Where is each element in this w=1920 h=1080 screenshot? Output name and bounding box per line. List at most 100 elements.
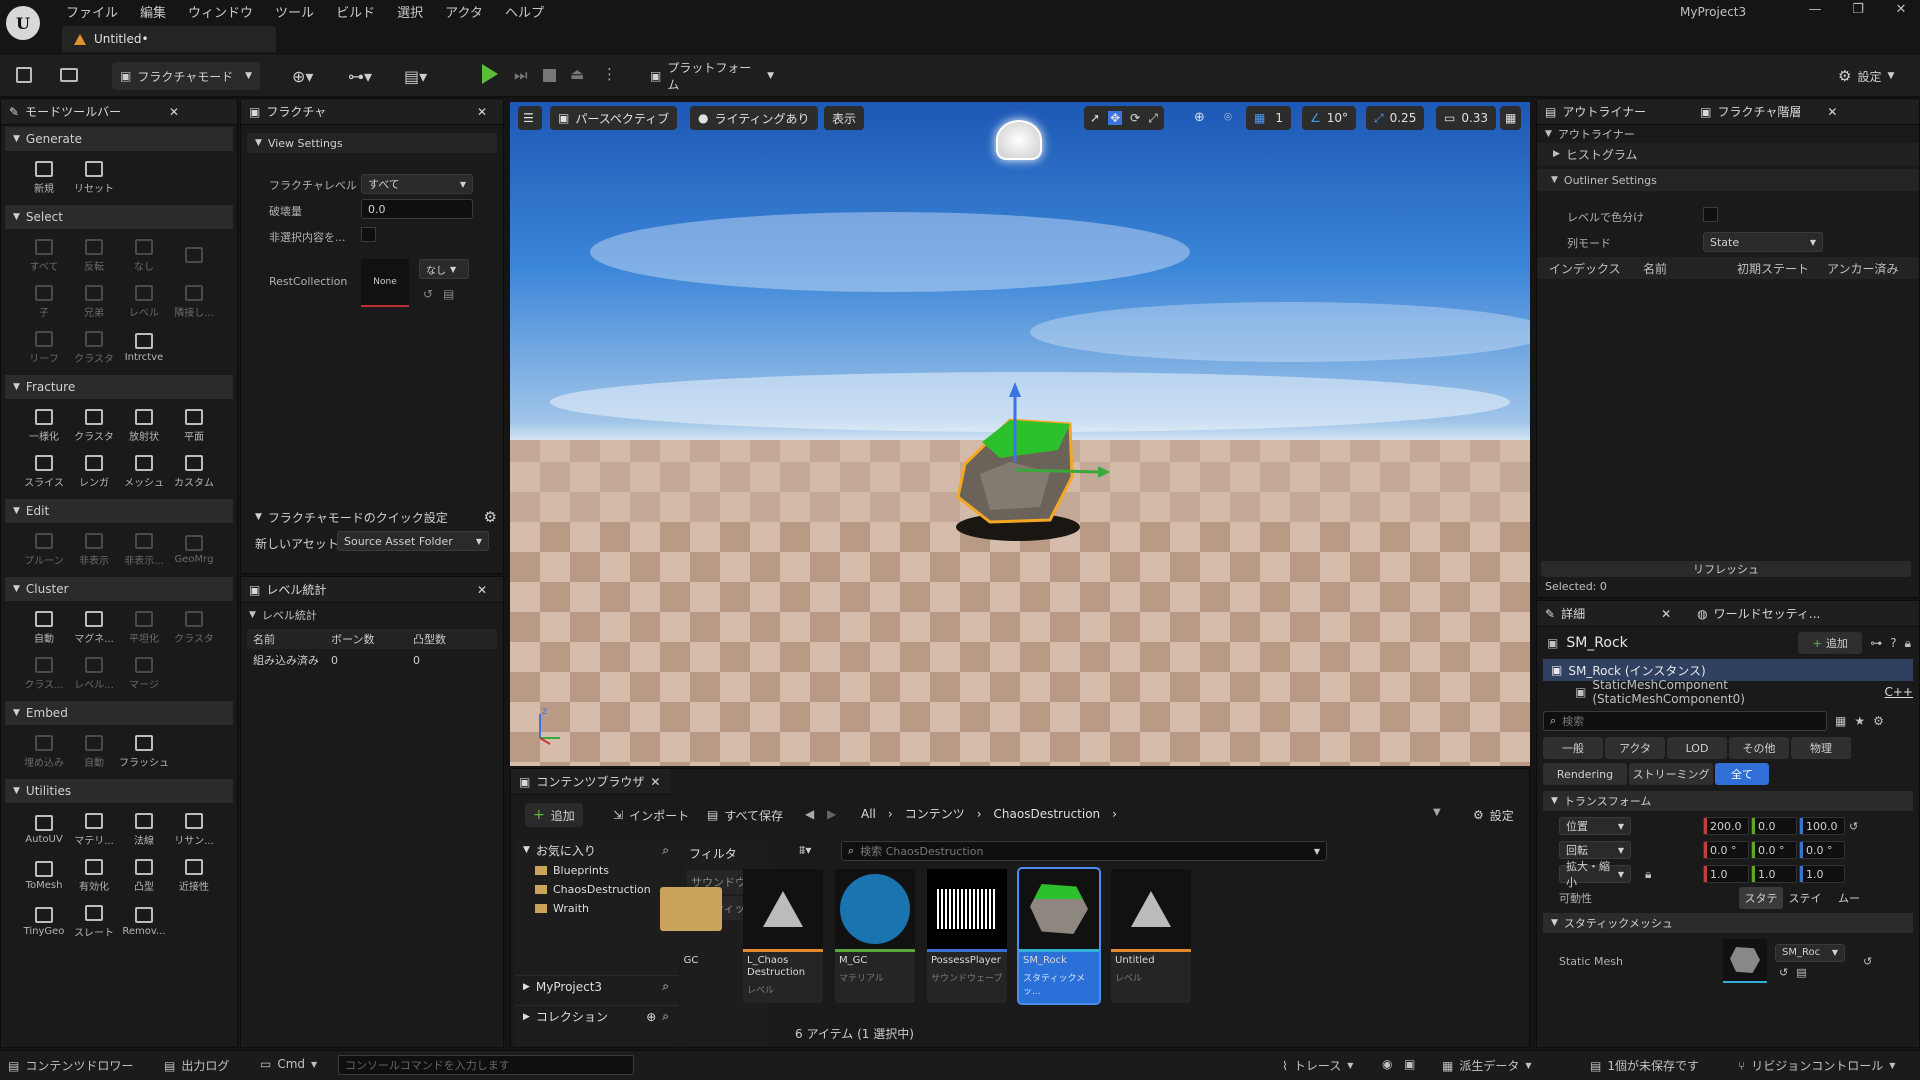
surface-snap-icon[interactable]: ⌾: [1224, 110, 1232, 125]
location-z[interactable]: 100.0: [1799, 817, 1845, 835]
location-dropdown[interactable]: 位置 ▼: [1559, 817, 1631, 835]
section-header-edit[interactable]: ▼ Edit: [5, 499, 233, 523]
static-mesh-thumbnail[interactable]: [1723, 939, 1767, 983]
use-selected-icon[interactable]: ↺: [1779, 966, 1788, 979]
save-icon[interactable]: [16, 67, 32, 83]
play-options-icon[interactable]: ⋮: [602, 65, 617, 83]
tool-button[interactable]: [169, 235, 219, 277]
content-settings-button[interactable]: ⚙ 設定: [1465, 803, 1522, 827]
minimize-icon[interactable]: —: [1802, 2, 1828, 22]
scale-x[interactable]: 1.0: [1703, 865, 1749, 883]
fracture-level-dropdown[interactable]: すべて ▼: [361, 174, 473, 194]
console-input[interactable]: コンソールコマンドを入力します: [338, 1055, 634, 1075]
cpp-link[interactable]: C++: [1885, 685, 1914, 699]
tool-button[interactable]: 放射状: [119, 405, 169, 447]
scale-snap-button[interactable]: ⤢ 0.25: [1366, 106, 1425, 130]
tool-button[interactable]: TinyGeo: [19, 901, 69, 943]
tool-button[interactable]: スレート: [69, 901, 119, 943]
revision-control-button[interactable]: ⑂ リビジョンコントロール ▼: [1738, 1057, 1895, 1074]
section-header-fracture[interactable]: ▼ Fracture: [5, 375, 233, 399]
rotation-y[interactable]: 0.0 °: [1751, 841, 1797, 859]
rest-collection-thumbnail[interactable]: None: [361, 259, 409, 307]
tool-button[interactable]: GeoMrg: [169, 529, 219, 571]
rotation-dropdown[interactable]: 回転 ▼: [1559, 841, 1631, 859]
tool-button[interactable]: 非表示: [69, 529, 119, 571]
add-button[interactable]: + 追加: [525, 803, 583, 827]
col-convex[interactable]: 凸型数: [413, 631, 446, 647]
scale-z[interactable]: 1.0: [1799, 865, 1845, 883]
save-all-button[interactable]: ▤ すべて保存: [699, 803, 791, 827]
browse-icon[interactable]: [60, 68, 78, 82]
star-icon[interactable]: ★: [1854, 714, 1865, 728]
details-search-input[interactable]: ⌕ 検索: [1543, 711, 1827, 731]
filter-lod[interactable]: LOD: [1667, 737, 1727, 759]
section-header-select[interactable]: ▼ Select: [5, 205, 233, 229]
tool-button[interactable]: すべて: [19, 235, 69, 277]
location-x[interactable]: 200.0: [1703, 817, 1749, 835]
level-stats-tab[interactable]: ▣ レベル統計 ✕: [241, 577, 503, 603]
column-mode-dropdown[interactable]: State ▼: [1703, 232, 1823, 252]
close-window-icon[interactable]: ✕: [1888, 2, 1914, 22]
tool-button[interactable]: 平面: [169, 405, 219, 447]
destroy-amount-input[interactable]: 0.0: [361, 199, 473, 219]
filter-physics[interactable]: 物理: [1791, 737, 1851, 759]
histogram-header[interactable]: ▶ ヒストグラム: [1537, 143, 1919, 165]
menu-build[interactable]: ビルド: [325, 0, 386, 24]
tool-button[interactable]: クラスタ: [69, 327, 119, 369]
mobility-movable[interactable]: ムー: [1827, 887, 1871, 909]
tool-button[interactable]: 非表示...: [119, 529, 169, 571]
browse-folder-icon[interactable]: ▤: [1796, 966, 1806, 979]
gizmo-x-arrow[interactable]: [1014, 468, 1101, 474]
menu-window[interactable]: ウィンドウ: [177, 0, 264, 24]
level-stats-header[interactable]: ▼ レベル統計: [241, 603, 503, 627]
asset-tile[interactable]: L_Chaos Destruction レベル: [743, 869, 823, 1003]
mode-select-button[interactable]: ▣ フラクチャモード ▼: [112, 62, 260, 90]
asset-tile[interactable]: PossessPlayer サウンドウェーブ: [927, 869, 1007, 1003]
color-by-level-checkbox[interactable]: [1703, 207, 1718, 222]
collections-header[interactable]: ▶ コレクション ⊕ ⌕: [515, 1005, 679, 1027]
rotation-z[interactable]: 0.0 °: [1799, 841, 1845, 859]
close-tab-icon[interactable]: ✕: [650, 775, 660, 789]
tool-button[interactable]: 自動: [69, 731, 119, 773]
perspective-button[interactable]: ▣ パースペクティブ: [550, 106, 678, 130]
breadcrumb-chaos[interactable]: ChaosDestruction: [994, 807, 1101, 821]
menu-actor[interactable]: アクタ: [434, 0, 494, 24]
angle-snap-button[interactable]: ∠ 10°: [1302, 106, 1357, 130]
asset-search-input[interactable]: ⌕ 検索 ChaosDestruction ▼: [841, 841, 1327, 861]
world-settings-tab[interactable]: ◍ ワールドセッティ...: [1697, 605, 1820, 622]
scale-y[interactable]: 1.0: [1751, 865, 1797, 883]
tool-button[interactable]: Remov...: [119, 901, 169, 943]
history-dropdown-icon[interactable]: ▼: [1433, 807, 1441, 818]
breadcrumb-content[interactable]: コンテンツ: [905, 805, 965, 822]
lit-button[interactable]: ● ライティングあり: [690, 106, 818, 130]
derived-data-button[interactable]: ▦ 派生データ ▼: [1442, 1057, 1532, 1074]
unsaved-button[interactable]: ▤ 1個が未保存です: [1590, 1057, 1699, 1074]
tool-button[interactable]: なし: [119, 235, 169, 277]
hide-unselected-checkbox[interactable]: [361, 227, 376, 242]
close-tab-icon[interactable]: ✕: [477, 105, 487, 119]
tool-button[interactable]: クラスタ: [169, 607, 219, 649]
tool-button[interactable]: 埋め込み: [19, 731, 69, 773]
tool-button[interactable]: ToMesh: [19, 855, 69, 897]
view-settings-header[interactable]: ▼ View Settings: [247, 133, 497, 153]
reset-arrow-icon[interactable]: ↺: [1863, 955, 1872, 968]
content-browser-tab[interactable]: ▣ コンテンツブラウザ ✕: [511, 769, 671, 795]
tool-button[interactable]: レンガ: [69, 451, 119, 493]
tool-button[interactable]: リセット: [69, 157, 119, 199]
import-button[interactable]: ⇲ インポート: [605, 803, 697, 827]
tool-button[interactable]: 平坦化: [119, 607, 169, 649]
section-header-cluster[interactable]: ▼ Cluster: [5, 577, 233, 601]
help-icon[interactable]: ?: [1890, 636, 1896, 650]
static-mesh-header[interactable]: ▼ スタティックメッシュ: [1543, 913, 1913, 933]
settings-button[interactable]: ⚙ 設定 ▼: [1830, 62, 1914, 90]
tool-button[interactable]: 凸型: [119, 855, 169, 897]
content-drawer-button[interactable]: ▤ コンテンツドロワー: [8, 1057, 133, 1074]
unreal-logo-icon[interactable]: U: [6, 6, 40, 40]
outliner-settings-header[interactable]: ▼ Outliner Settings: [1537, 169, 1919, 191]
move-tool-icon[interactable]: ✥: [1108, 111, 1123, 125]
search-icon[interactable]: ⌕: [662, 1009, 669, 1024]
blueprint-icon[interactable]: ⊶: [1870, 636, 1882, 650]
add-actor-icon[interactable]: ⊕▾: [292, 67, 313, 86]
menu-tools[interactable]: ツール: [264, 0, 325, 24]
tool-button[interactable]: 新規: [19, 157, 69, 199]
